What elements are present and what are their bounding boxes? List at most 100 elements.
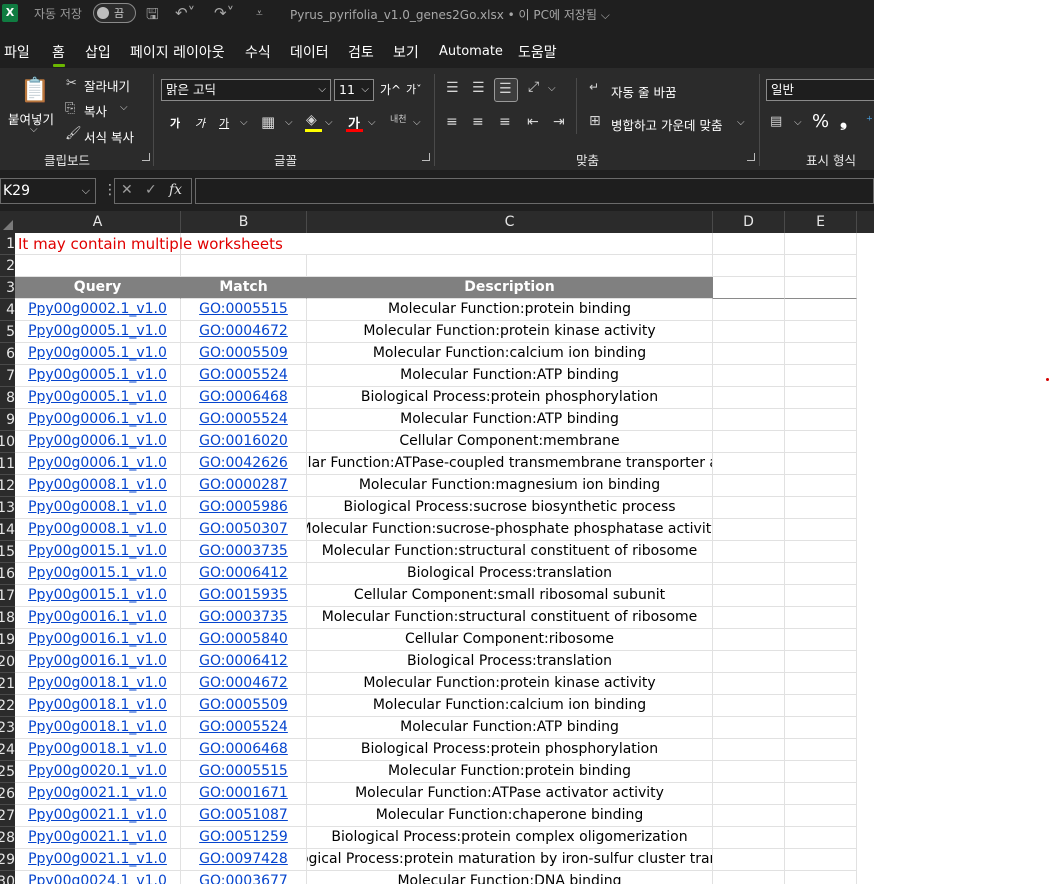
query-cell[interactable]: Ppy00g0018.1_v1.0 (15, 717, 181, 739)
cell[interactable] (713, 233, 785, 255)
row-header[interactable]: 23 (0, 717, 15, 739)
cell[interactable] (785, 475, 857, 497)
description-cell[interactable]: Biological Process:sucrose biosynthetic … (307, 497, 713, 519)
query-cell[interactable]: Ppy00g0021.1_v1.0 (15, 849, 181, 871)
column-header-f[interactable] (857, 211, 874, 233)
cell[interactable] (713, 387, 785, 409)
cell[interactable] (713, 827, 785, 849)
description-cell[interactable]: Cellular Component:membrane (307, 431, 713, 453)
align-bottom-button[interactable]: ☰ (494, 78, 518, 102)
row-header[interactable]: 11 (0, 453, 15, 475)
query-cell[interactable]: Ppy00g0002.1_v1.0 (15, 299, 181, 321)
decrease-indent-icon[interactable]: ⇤ (527, 114, 539, 130)
cut-icon[interactable]: ✂ (66, 76, 77, 91)
font-name-combo[interactable]: 맑은 고딕 ⌵ (161, 79, 331, 101)
match-cell[interactable]: GO:0005509 (181, 695, 307, 717)
header-description[interactable]: Description (307, 277, 713, 299)
query-cell[interactable]: Ppy00g0016.1_v1.0 (15, 651, 181, 673)
cell[interactable] (785, 321, 857, 343)
copy-dropdown-icon[interactable]: ⌵ (120, 102, 128, 113)
query-cell[interactable]: Ppy00g0008.1_v1.0 (15, 475, 181, 497)
merge-dropdown-icon[interactable]: ⌵ (737, 117, 745, 128)
query-cell[interactable]: Ppy00g0005.1_v1.0 (15, 343, 181, 365)
cell[interactable] (785, 585, 857, 607)
row-header[interactable]: 17 (0, 585, 15, 607)
font-size-combo[interactable]: 11 ⌵ (334, 79, 374, 101)
cell[interactable] (713, 717, 785, 739)
menu-insert[interactable]: 삽입 (85, 42, 111, 62)
match-cell[interactable]: GO:0042626 (181, 453, 307, 475)
cell[interactable] (713, 299, 785, 321)
menu-automate[interactable]: Automate (439, 44, 503, 59)
description-cell[interactable]: Molecular Function:protein kinase activi… (307, 321, 713, 343)
undo-icon[interactable]: ↶˅ (175, 4, 195, 22)
menu-review[interactable]: 검토 (348, 42, 374, 62)
header-query[interactable]: Query (15, 277, 181, 299)
cell[interactable] (785, 343, 857, 365)
row-header[interactable]: 12 (0, 475, 15, 497)
description-cell[interactable]: Molecular Function:protein binding (307, 299, 713, 321)
phonetic-dropdown-icon[interactable]: ⌵ (413, 117, 421, 128)
query-cell[interactable]: Ppy00g0006.1_v1.0 (15, 409, 181, 431)
fill-color-icon[interactable]: ◈ (306, 112, 317, 128)
row-header[interactable]: 13 (0, 497, 15, 519)
wrap-text-icon[interactable]: ↵ (589, 80, 599, 94)
merge-center-icon[interactable]: ⊞ (589, 113, 601, 129)
match-cell[interactable]: GO:0005515 (181, 299, 307, 321)
row-header[interactable]: 24 (0, 739, 15, 761)
query-cell[interactable]: Ppy00g0018.1_v1.0 (15, 739, 181, 761)
file-name[interactable]: Pyrus_pyrifolia_v1.0_genes2Go.xlsx • 이 P… (290, 6, 610, 23)
cell[interactable] (713, 343, 785, 365)
column-header-b[interactable]: B (181, 211, 307, 233)
cell[interactable] (713, 761, 785, 783)
cell[interactable] (307, 233, 713, 255)
cell[interactable] (785, 761, 857, 783)
row-header[interactable]: 10 (0, 431, 15, 453)
cell[interactable] (785, 541, 857, 563)
match-cell[interactable]: GO:0006468 (181, 739, 307, 761)
cell[interactable] (713, 409, 785, 431)
row-header[interactable]: 27 (0, 805, 15, 827)
match-cell[interactable]: GO:0001671 (181, 783, 307, 805)
row-header[interactable]: 30 (0, 871, 15, 884)
query-cell[interactable]: Ppy00g0016.1_v1.0 (15, 607, 181, 629)
menu-formulas[interactable]: 수식 (245, 42, 271, 62)
fill-dropdown-icon[interactable]: ⌵ (325, 117, 333, 128)
cell[interactable] (785, 673, 857, 695)
description-cell[interactable]: Molecular Function:protein kinase activi… (307, 673, 713, 695)
align-center-icon[interactable]: ≡ (472, 114, 484, 130)
row-header[interactable]: 2 (0, 255, 15, 277)
row-header[interactable]: 3 (0, 277, 15, 299)
menu-file[interactable]: 파일 (4, 42, 30, 62)
cell[interactable] (713, 519, 785, 541)
column-header-a[interactable]: A (15, 211, 181, 233)
cell[interactable] (713, 805, 785, 827)
match-cell[interactable]: GO:0005515 (181, 761, 307, 783)
query-cell[interactable]: Ppy00g0018.1_v1.0 (15, 673, 181, 695)
cell[interactable] (785, 849, 857, 871)
row-header[interactable]: 7 (0, 365, 15, 387)
match-cell[interactable]: GO:0005986 (181, 497, 307, 519)
match-cell[interactable]: GO:0051259 (181, 827, 307, 849)
cell[interactable] (713, 871, 785, 884)
align-right-icon[interactable]: ≡ (499, 114, 511, 130)
font-color-dropdown-icon[interactable]: ⌵ (368, 117, 376, 128)
cell[interactable] (785, 563, 857, 585)
row-header[interactable]: 16 (0, 563, 15, 585)
match-cell[interactable]: GO:0005840 (181, 629, 307, 651)
row-header[interactable]: 15 (0, 541, 15, 563)
cell[interactable] (713, 739, 785, 761)
cell[interactable] (785, 277, 857, 299)
increase-indent-icon[interactable]: ⇥ (553, 114, 565, 130)
row-header[interactable]: 14 (0, 519, 15, 541)
description-cell[interactable]: Molecular Function:ATP binding (307, 365, 713, 387)
orientation-icon[interactable]: ⤢ (528, 79, 539, 95)
description-cell[interactable]: Molecular Function:structural constituen… (307, 541, 713, 563)
cell[interactable] (785, 387, 857, 409)
row-header[interactable]: 4 (0, 299, 15, 321)
query-cell[interactable]: Ppy00g0021.1_v1.0 (15, 783, 181, 805)
column-header-e[interactable]: E (785, 211, 857, 233)
match-cell[interactable]: GO:0051087 (181, 805, 307, 827)
cell[interactable] (785, 871, 857, 884)
cell[interactable] (181, 255, 307, 277)
